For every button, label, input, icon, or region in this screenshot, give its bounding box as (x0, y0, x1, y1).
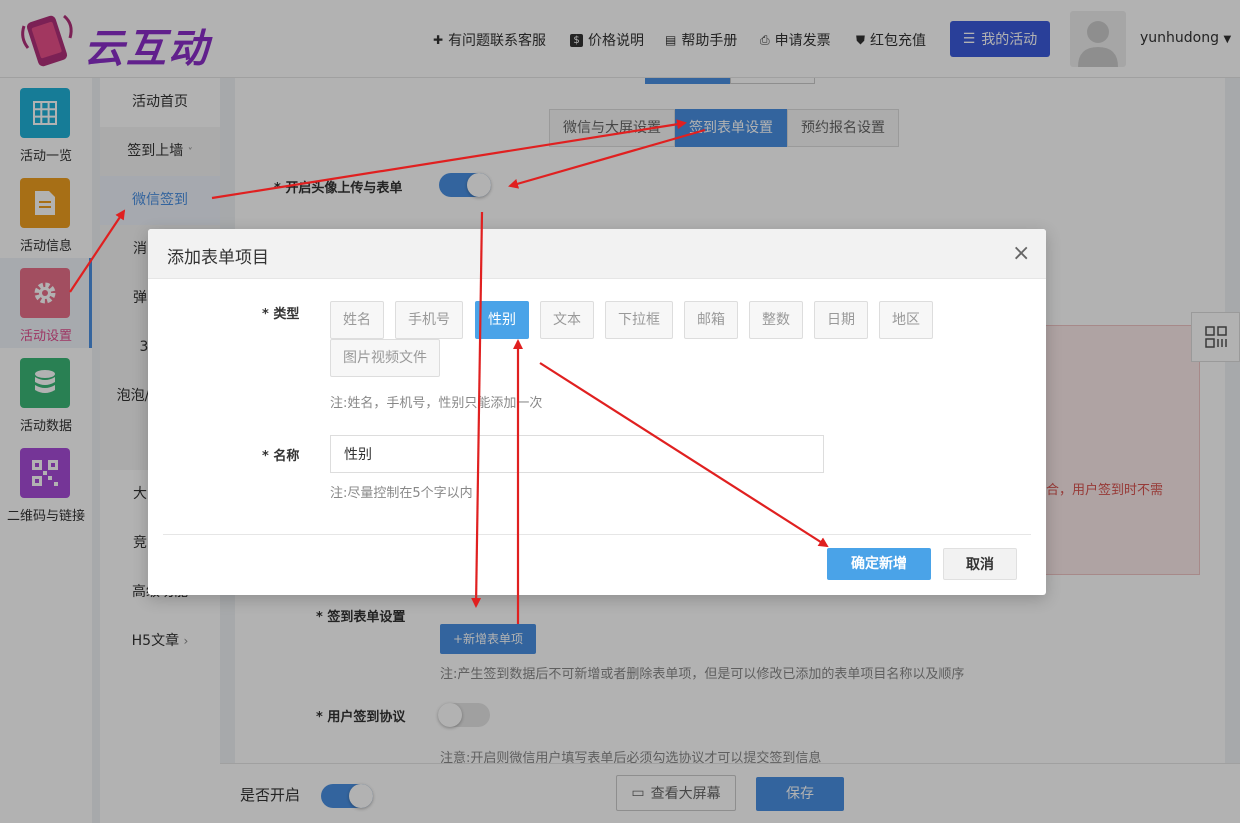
dialog-header: 添加表单项目 × (148, 229, 1046, 279)
dialog-title: 添加表单项目 (167, 248, 269, 268)
close-icon[interactable]: × (1012, 241, 1030, 267)
type-option-gender[interactable]: 性别 (475, 301, 529, 339)
dialog-divider (163, 534, 1031, 535)
name-input[interactable] (330, 435, 824, 473)
add-form-item-dialog: 添加表单项目 × * 类型 姓名 手机号 性别 文本 下拉框 邮箱 整数 日期 … (148, 229, 1046, 595)
type-option-text[interactable]: 文本 (540, 301, 594, 339)
type-option-email[interactable]: 邮箱 (684, 301, 738, 339)
type-option-name[interactable]: 姓名 (330, 301, 384, 339)
cancel-button[interactable]: 取消 (943, 548, 1017, 580)
type-option-integer[interactable]: 整数 (749, 301, 803, 339)
type-option-region[interactable]: 地区 (879, 301, 933, 339)
type-note: 注:姓名，手机号，性别只能添加一次 (330, 396, 543, 411)
type-option-media-file[interactable]: 图片视频文件 (330, 339, 440, 377)
name-note: 注:尽量控制在5个字以内 (330, 486, 473, 501)
confirm-add-button[interactable]: 确定新增 (827, 548, 931, 580)
name-label: * 名称 (262, 449, 300, 464)
type-label: * 类型 (262, 307, 300, 322)
type-option-dropdown[interactable]: 下拉框 (605, 301, 673, 339)
type-option-date[interactable]: 日期 (814, 301, 868, 339)
type-option-phone[interactable]: 手机号 (395, 301, 463, 339)
